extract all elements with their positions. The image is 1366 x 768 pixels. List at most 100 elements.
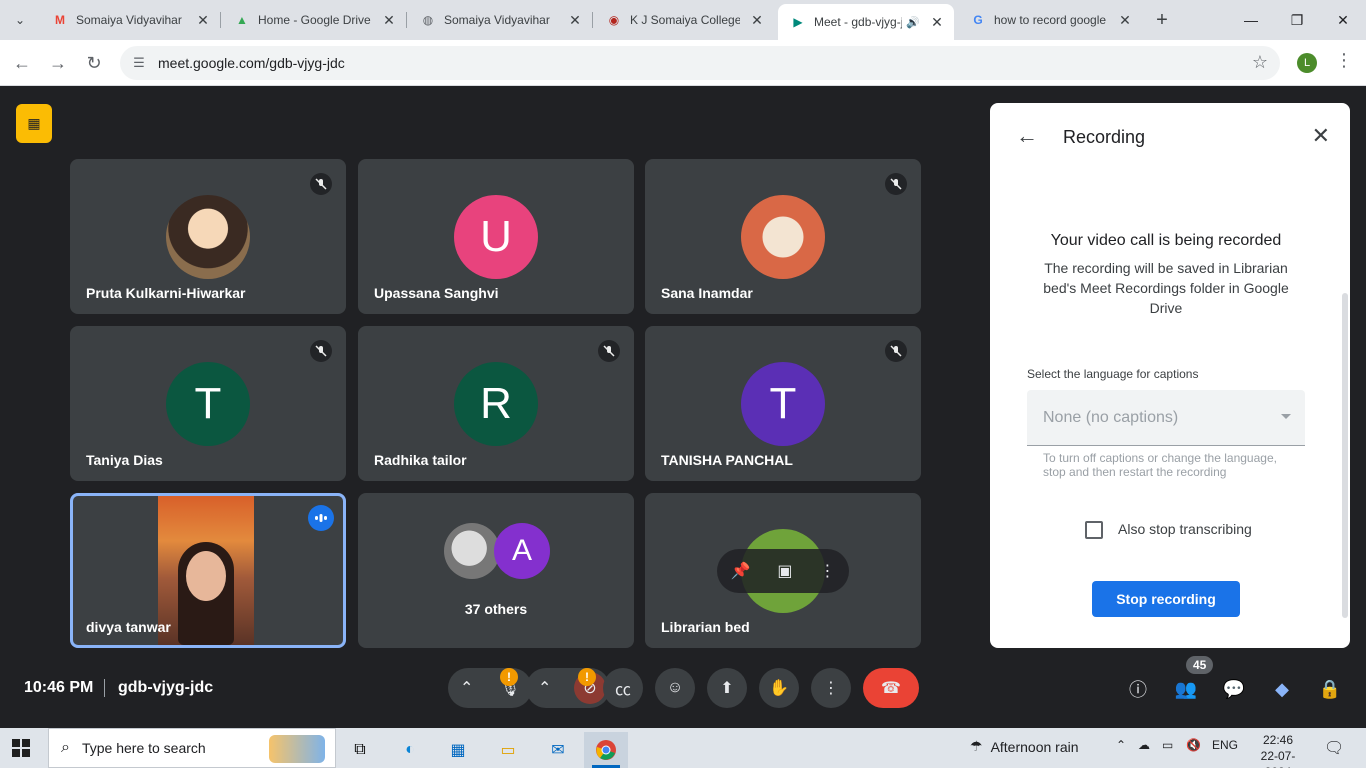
new-tab-button[interactable]: + [1150, 8, 1174, 32]
taskbar-search-box[interactable]: ⌕ Type here to search [48, 728, 336, 768]
participant-name: Pruta Kulkarni-Hiwarkar [86, 285, 246, 301]
volume-muted-icon[interactable]: 🔇 [1186, 738, 1201, 752]
tab-title: Home - Google Drive [258, 13, 371, 27]
clock-date: 22-07-2024 [1260, 749, 1296, 768]
restore-button[interactable]: ❐ [1274, 0, 1320, 40]
reload-button[interactable]: ↻ [80, 49, 108, 77]
edge-icon[interactable]: ◐ [388, 732, 432, 768]
task-view-icon[interactable]: ⧉ [338, 732, 382, 768]
browser-tab-5-active[interactable]: ▶ Meet - gdb-vjyg-j 🔊 ✕ [778, 4, 954, 40]
camera-control[interactable]: ⌃ ⊘ [526, 668, 610, 708]
participant-tile[interactable]: U Upassana Sanghvi [358, 159, 634, 314]
forward-button[interactable]: → [44, 49, 72, 77]
chevron-up-icon[interactable]: ⌃ [1116, 738, 1126, 752]
chrome-icon[interactable] [584, 732, 628, 768]
panel-scrollbar[interactable] [1342, 293, 1348, 618]
network-icon[interactable]: ▭ [1162, 738, 1173, 752]
activities-icon[interactable]: ◆ [1269, 676, 1295, 702]
mic-warning-icon: ! [500, 668, 518, 686]
host-controls-icon[interactable]: 🔒 [1317, 676, 1343, 702]
recording-panel: ← Recording ✕ Your video call is being r… [990, 103, 1350, 648]
self-tile-controls: 📌 ▣ ⋮ [717, 549, 849, 593]
clock-time: 22:46 [1262, 733, 1294, 747]
url-text[interactable]: meet.google.com/gdb-vjyg-jdc [158, 55, 345, 71]
meeting-time: 10:46 PM [24, 679, 94, 696]
browser-tab-4[interactable]: ◉ K J Somaiya College o ✕ [594, 0, 774, 40]
stop-recording-button[interactable]: Stop recording [1092, 581, 1240, 617]
emoji-button[interactable]: ☺ [655, 668, 695, 708]
close-tab-icon[interactable]: ✕ [566, 11, 584, 29]
camera-warning-icon: ! [578, 668, 596, 686]
participant-tile[interactable]: Sana Inamdar [645, 159, 921, 314]
participant-tile[interactable]: R Radhika tailor [358, 326, 634, 481]
mic-muted-icon [885, 340, 907, 362]
back-button[interactable]: ← [8, 49, 36, 77]
cloud-icon[interactable]: ☁ [1138, 738, 1150, 752]
participant-name: Radhika tailor [374, 452, 467, 468]
participant-tile-speaking[interactable]: divya tanwar [70, 493, 346, 648]
close-panel-icon[interactable]: ✕ [1312, 123, 1330, 149]
store-icon[interactable]: ▦ [436, 732, 480, 768]
captions-button[interactable]: ㏄ [603, 668, 643, 708]
participant-tile[interactable]: T Taniya Dias [70, 326, 346, 481]
participant-tile[interactable]: T TANISHA PANCHAL [645, 326, 921, 481]
recording-indicator-icon[interactable]: ▦ [16, 104, 52, 143]
file-explorer-icon[interactable]: ▭ [486, 732, 530, 768]
close-tab-icon[interactable]: ✕ [1116, 11, 1134, 29]
present-screen-button[interactable]: ⬆ [707, 668, 747, 708]
visual-effects-icon[interactable]: ▣ [777, 561, 792, 581]
taskbar-clock[interactable]: 22:46 22-07-2024 [1248, 732, 1308, 768]
caption-language-select[interactable]: None (no captions) [1027, 390, 1305, 446]
tab-title: how to record google [994, 13, 1107, 27]
profile-avatar[interactable]: L [1297, 53, 1317, 73]
input-language[interactable]: ENG [1212, 738, 1238, 752]
close-tab-icon[interactable]: ✕ [928, 13, 946, 31]
chevron-up-icon[interactable]: ⌃ [460, 678, 473, 698]
leave-call-button[interactable]: ☎ [863, 668, 919, 708]
site-settings-icon[interactable]: ☰ [124, 55, 154, 71]
tab-title: Somaiya Vidyavihar [444, 13, 550, 27]
windows-start-icon[interactable] [12, 739, 30, 757]
address-bar[interactable]: ☰ meet.google.com/gdb-vjyg-jdc ☆ [120, 46, 1280, 80]
microphone-control[interactable]: ⌃ 🎙 [448, 668, 532, 708]
tab-search-chevron-icon[interactable]: ⌄ [8, 8, 32, 32]
chevron-up-icon[interactable]: ⌃ [538, 678, 551, 698]
participant-letter-avatar: T [166, 362, 250, 446]
weather-widget[interactable]: ☂ Afternoon rain [970, 738, 1079, 755]
close-tab-icon[interactable]: ✕ [748, 11, 766, 29]
chat-icon[interactable]: 💬 [1221, 676, 1247, 702]
browser-tab-1[interactable]: M Somaiya Vidyavihar M ✕ [40, 0, 220, 40]
browser-tab-2[interactable]: ▲ Home - Google Drive ✕ [222, 0, 406, 40]
more-options-button[interactable]: ⋮ [811, 668, 851, 708]
search-highlight-illustration [269, 735, 325, 763]
pin-icon[interactable]: 📌 [730, 561, 750, 581]
raise-hand-button[interactable]: ✋ [759, 668, 799, 708]
stop-transcribing-checkbox[interactable] [1085, 521, 1103, 539]
participant-tile[interactable]: Pruta Kulkarni-Hiwarkar [70, 159, 346, 314]
back-arrow-icon[interactable]: ← [1016, 123, 1038, 149]
speaker-icon[interactable]: 🔊 [906, 16, 920, 29]
browser-tab-3[interactable]: ◍ Somaiya Vidyavihar ✕ [408, 0, 592, 40]
panel-title: Recording [1063, 127, 1146, 147]
close-tab-icon[interactable]: ✕ [380, 11, 398, 29]
minimize-button[interactable]: — [1228, 0, 1274, 40]
meet-icon: ▶ [793, 15, 803, 29]
window-close-button[interactable]: ✕ [1320, 0, 1366, 40]
recording-status-heading: Your video call is being recorded [1050, 232, 1282, 249]
more-options-icon[interactable]: ⋮ [820, 561, 836, 581]
browser-tab-6[interactable]: G how to record google ✕ [958, 0, 1142, 40]
notification-icon[interactable]: 🗨 [1324, 738, 1344, 758]
time-divider [104, 679, 105, 697]
meeting-code[interactable]: gdb-vjyg-jdc [118, 679, 213, 697]
others-tile[interactable]: A 37 others [358, 493, 634, 648]
tab-divider [406, 12, 407, 28]
meeting-info-icon[interactable]: ⓘ [1125, 676, 1151, 702]
close-tab-icon[interactable]: ✕ [194, 11, 212, 29]
browser-menu-icon[interactable]: ⋮ [1334, 50, 1354, 71]
self-tile[interactable]: 📌 ▣ ⋮ Librarian bed [645, 493, 921, 648]
stop-transcribing-label[interactable]: Also stop transcribing [1118, 521, 1252, 537]
people-icon[interactable]: 👥 [1173, 676, 1199, 702]
bookmark-star-icon[interactable]: ☆ [1252, 52, 1268, 73]
search-placeholder: Type here to search [81, 740, 206, 756]
mail-icon[interactable]: ✉ [536, 732, 580, 768]
